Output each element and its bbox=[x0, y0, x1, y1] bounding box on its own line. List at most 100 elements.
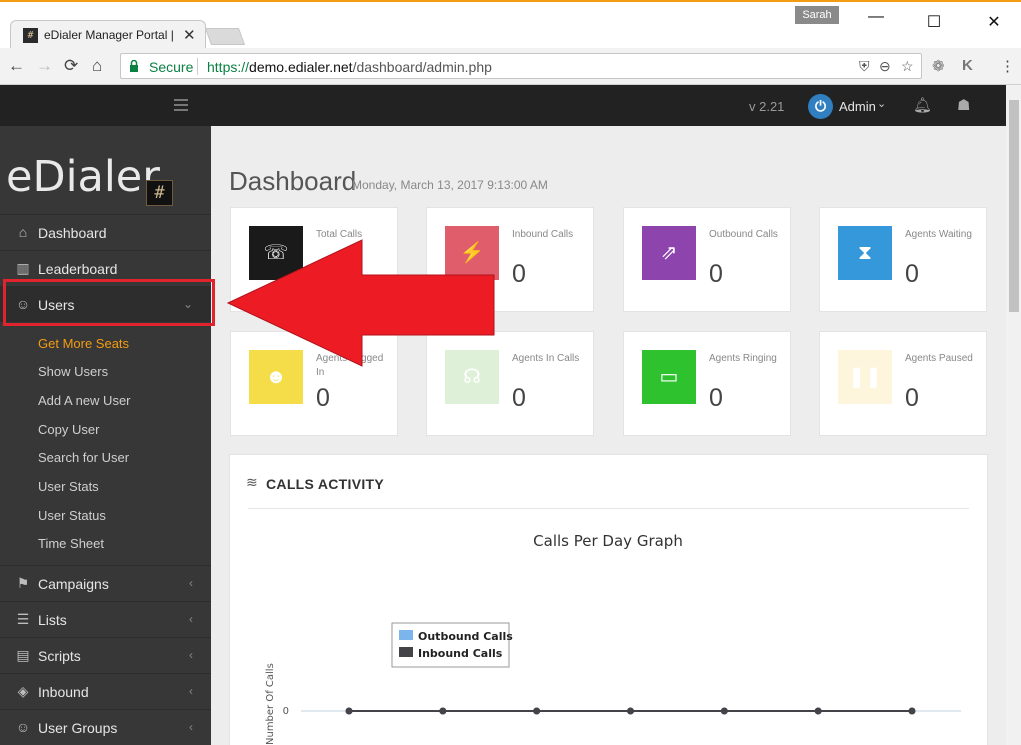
stat-value: 0 bbox=[512, 384, 526, 412]
stat-card-agents-waiting: ⧗ Agents Waiting 0 bbox=[819, 207, 987, 312]
red-arrow-annotation bbox=[226, 239, 495, 367]
document-icon: ▤ bbox=[16, 647, 30, 663]
tab-title: eDialer Manager Portal | bbox=[44, 28, 174, 42]
sidebar-item-scripts[interactable]: ▤ Scripts ‹ bbox=[0, 637, 211, 673]
admin-menu[interactable]: Admin bbox=[839, 99, 876, 114]
y-axis-label: Number Of Calls bbox=[265, 663, 276, 745]
bar-chart-icon: ▥ bbox=[16, 260, 30, 276]
page-date: Monday, March 13, 2017 9:13:00 AM bbox=[352, 178, 548, 192]
browser-tab[interactable]: # eDialer Manager Portal | ✕ bbox=[10, 20, 206, 50]
calls-per-day-chart: Calls Per Day Graph Outbound Calls Inbou… bbox=[265, 532, 961, 745]
logo-badge: # bbox=[146, 180, 173, 206]
zoom-icon[interactable]: ⊖ bbox=[879, 58, 891, 75]
stat-card-agents-paused: ❚❚ Agents Paused 0 bbox=[819, 331, 987, 436]
gear-extension-icon[interactable]: ❁ bbox=[932, 57, 945, 75]
stat-value: 0 bbox=[905, 260, 919, 288]
data-point-inbound-0[interactable] bbox=[345, 707, 353, 715]
sidebar-item-lists[interactable]: ☰ Lists ‹ bbox=[0, 601, 211, 637]
submenu-search-user[interactable]: Search for User bbox=[38, 450, 129, 465]
stat-value: 0 bbox=[512, 260, 526, 288]
external-link-icon: ⇗ bbox=[642, 226, 696, 280]
submenu-get-more-seats[interactable]: Get More Seats bbox=[38, 336, 129, 351]
forward-icon[interactable]: → bbox=[36, 56, 53, 76]
sidebar-item-dashboard[interactable]: ⌂ Dashboard bbox=[0, 214, 211, 250]
sidebar-item-label: Dashboard bbox=[38, 225, 107, 241]
sidebar: eDialer # ⌂ Dashboard ▥ Leaderboard ☺ Us… bbox=[0, 126, 211, 745]
submenu-time-sheet[interactable]: Time Sheet bbox=[38, 536, 104, 551]
reload-icon[interactable]: ⟳ bbox=[64, 56, 78, 76]
sidebar-item-user-groups[interactable]: ☺ User Groups ‹ bbox=[0, 709, 211, 745]
submenu-add-user[interactable]: Add A new User bbox=[38, 393, 131, 408]
sidebar-item-label: User Groups bbox=[38, 720, 118, 736]
chevron-left-icon: ‹ bbox=[189, 720, 193, 734]
data-point-inbound-2[interactable] bbox=[533, 707, 541, 715]
tab-close-icon[interactable]: ✕ bbox=[183, 26, 196, 44]
url-scheme: https:// bbox=[207, 59, 250, 75]
legend-label-inbound[interactable]: Inbound Calls bbox=[418, 647, 503, 660]
stat-card-agents-ringing: ▭ Agents Ringing 0 bbox=[623, 331, 791, 436]
minimize-icon[interactable]: — bbox=[866, 8, 886, 26]
data-point-inbound-3[interactable] bbox=[627, 707, 634, 715]
sidebar-item-campaigns[interactable]: ⚑ Campaigns ‹ bbox=[0, 565, 211, 601]
chart-legend[interactable]: Outbound Calls Inbound Calls bbox=[391, 622, 513, 668]
menu-dots-icon[interactable]: ⋮ bbox=[1000, 57, 1015, 75]
url-separator bbox=[197, 58, 198, 75]
data-point-inbound-5[interactable] bbox=[814, 707, 822, 715]
chevron-left-icon: ‹ bbox=[189, 576, 193, 590]
home-nav-icon: ⌂ bbox=[18, 224, 28, 240]
chevron-left-icon: ‹ bbox=[189, 648, 193, 662]
data-point-inbound-6[interactable] bbox=[908, 707, 916, 715]
sidebar-item-inbound[interactable]: ◈ Inbound ‹ bbox=[0, 673, 211, 709]
new-tab-button[interactable] bbox=[204, 28, 246, 45]
diamond-icon: ◈ bbox=[17, 683, 29, 699]
k-extension-icon[interactable]: K bbox=[962, 57, 973, 74]
scrollbar-thumb[interactable] bbox=[1009, 100, 1019, 312]
maximize-icon[interactable]: ☐ bbox=[924, 12, 944, 32]
stat-label: Agents Waiting bbox=[905, 229, 972, 240]
chevron-down-icon[interactable]: ⌄ bbox=[877, 97, 886, 110]
y-tick-label: 0 bbox=[283, 706, 289, 717]
stat-value: 0 bbox=[709, 384, 723, 412]
stat-value: 0 bbox=[709, 260, 723, 288]
hamburger-icon[interactable] bbox=[174, 99, 188, 114]
highlight-box bbox=[3, 279, 215, 326]
submenu-show-users[interactable]: Show Users bbox=[38, 364, 108, 379]
power-icon[interactable]: ⏻ bbox=[808, 94, 833, 119]
legend-swatch-outbound bbox=[399, 630, 413, 640]
back-icon[interactable]: ← bbox=[8, 56, 25, 76]
profile-badge[interactable]: Sarah bbox=[795, 6, 839, 24]
close-window-icon[interactable]: ✕ bbox=[984, 12, 1004, 32]
app-header: v 2.21 ⏻ Admin ⌄ 🔔︎ ☗ bbox=[0, 85, 1006, 126]
stat-label: Agents Paused bbox=[905, 353, 973, 364]
stat-label: Agents In Calls bbox=[512, 353, 580, 364]
bookmark-star-icon[interactable]: ☆ bbox=[901, 58, 914, 75]
submenu-user-status[interactable]: User Status bbox=[38, 508, 106, 523]
sidebar-item-label: Inbound bbox=[38, 684, 89, 700]
users-icon[interactable]: ☗ bbox=[957, 96, 970, 114]
stat-label: Inbound Calls bbox=[512, 229, 574, 240]
shield-blocked-icon[interactable]: ⛨ bbox=[859, 58, 870, 75]
sidebar-item-label: Campaigns bbox=[38, 576, 109, 592]
submenu-copy-user[interactable]: Copy User bbox=[38, 422, 99, 437]
stat-label: Agents Ringing bbox=[709, 353, 777, 364]
url-field[interactable]: Secure https://demo.edialer.net/dashboar… bbox=[120, 53, 922, 79]
stat-value: 0 bbox=[316, 384, 330, 412]
flag-icon: ⚑ bbox=[16, 575, 30, 591]
panel-title: CALLS ACTIVITY bbox=[266, 476, 385, 492]
chart-title: Calls Per Day Graph bbox=[533, 532, 683, 550]
page-title: Dashboard bbox=[229, 166, 357, 196]
sidebar-item-label: Scripts bbox=[38, 648, 81, 664]
secure-label: Secure bbox=[149, 59, 194, 75]
browser-titlebar: # eDialer Manager Portal | ✕ Sarah — ☐ ✕ bbox=[0, 0, 1021, 50]
data-point-inbound-1[interactable] bbox=[439, 707, 447, 715]
legend-label-outbound[interactable]: Outbound Calls bbox=[418, 630, 513, 643]
plot-area bbox=[345, 707, 916, 715]
legend-swatch-inbound bbox=[399, 647, 413, 657]
stat-card-outbound-calls: ⇗ Outbound Calls 0 bbox=[623, 207, 791, 312]
bell-icon[interactable]: 🔔︎ bbox=[913, 96, 932, 114]
submenu-user-stats[interactable]: User Stats bbox=[38, 479, 99, 494]
sidebar-item-label: Leaderboard bbox=[38, 261, 118, 277]
home-icon[interactable]: ⌂ bbox=[92, 56, 102, 76]
logo-text: eDialer bbox=[6, 152, 160, 202]
data-point-inbound-4[interactable] bbox=[720, 707, 728, 715]
